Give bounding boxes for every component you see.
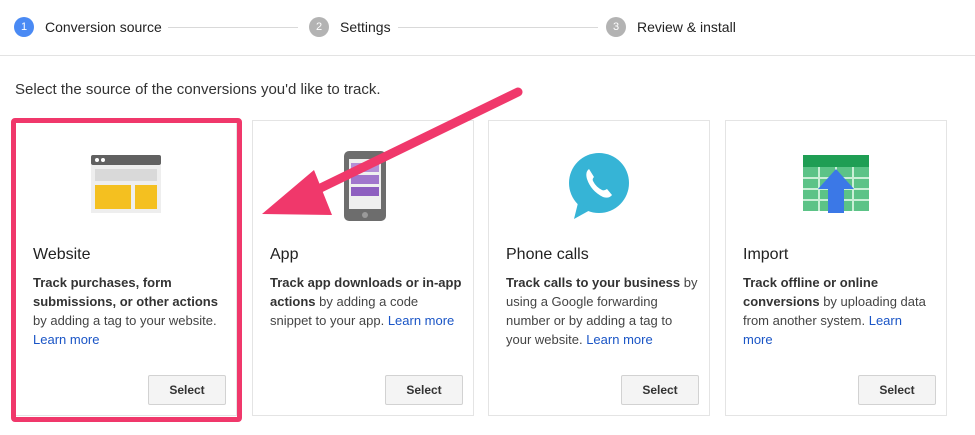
card-description-bold: Track calls to your business — [506, 275, 681, 290]
learn-more-link[interactable]: Learn more — [388, 313, 454, 328]
step-number: 1 — [14, 17, 34, 37]
select-button[interactable]: Select — [385, 375, 463, 405]
step-connector — [398, 27, 598, 28]
step-connector — [168, 27, 298, 28]
select-button[interactable]: Select — [858, 375, 936, 405]
card-description: Track offline or online conversions by u… — [743, 273, 935, 349]
card-description: Track purchases, form submissions, or ot… — [33, 273, 225, 349]
page-prompt: Select the source of the conversions you… — [15, 81, 381, 98]
card-title: Phone calls — [506, 246, 589, 263]
card-title: Import — [743, 246, 789, 263]
import-spreadsheet-icon — [803, 155, 869, 213]
step-settings[interactable]: 2 Settings — [309, 16, 391, 38]
step-label: Conversion source — [45, 19, 162, 35]
source-card-phone-calls[interactable]: Phone calls Track calls to your business… — [488, 120, 710, 416]
step-conversion-source[interactable]: 1 Conversion source — [14, 16, 162, 38]
phone-call-icon — [569, 153, 629, 219]
stepper: 1 Conversion source 2 Settings 3 Review … — [0, 0, 975, 56]
select-button[interactable]: Select — [621, 375, 699, 405]
step-number: 2 — [309, 17, 329, 37]
card-description: Track calls to your business by using a … — [506, 273, 698, 349]
step-number: 3 — [606, 17, 626, 37]
step-review-install[interactable]: 3 Review & install — [606, 16, 736, 38]
learn-more-link[interactable]: Learn more — [586, 332, 652, 347]
card-title: App — [270, 246, 299, 263]
source-card-website[interactable]: Website Track purchases, form submission… — [15, 120, 237, 416]
card-description-text: by adding a tag to your website. — [33, 313, 217, 328]
step-label: Settings — [340, 19, 391, 35]
card-description-bold: Track purchases, form submissions, or ot… — [33, 275, 218, 309]
learn-more-link[interactable]: Learn more — [33, 332, 99, 347]
select-button[interactable]: Select — [148, 375, 226, 405]
source-card-import[interactable]: Import Track offline or online conversio… — [725, 120, 947, 416]
card-description: Track app downloads or in-app actions by… — [270, 273, 462, 330]
website-icon — [91, 155, 161, 213]
step-label: Review & install — [637, 19, 736, 35]
phone-app-icon — [344, 151, 386, 221]
source-card-app[interactable]: App Track app downloads or in-app action… — [252, 120, 474, 416]
card-title: Website — [33, 246, 91, 263]
